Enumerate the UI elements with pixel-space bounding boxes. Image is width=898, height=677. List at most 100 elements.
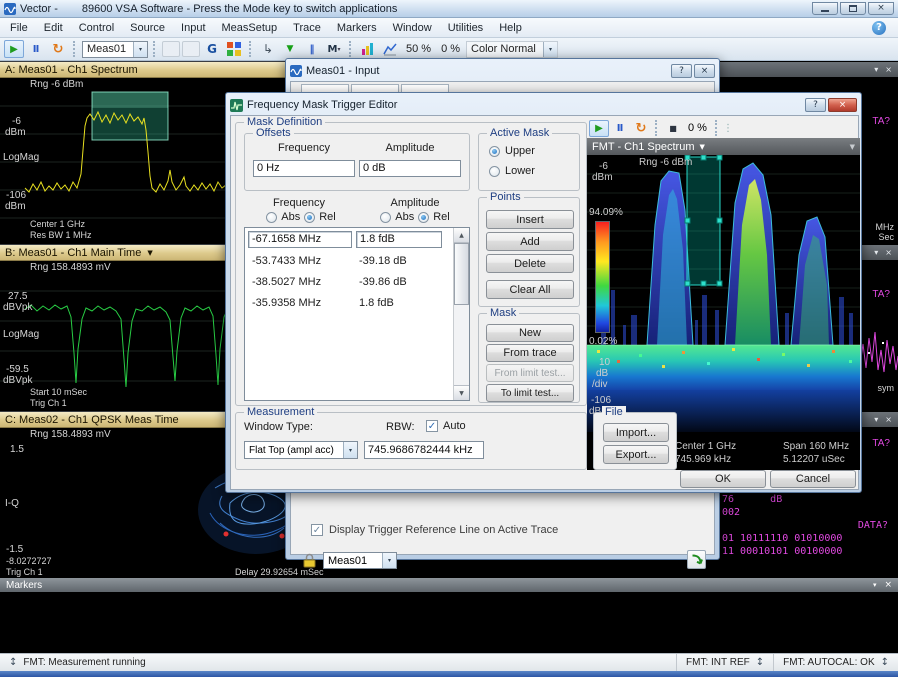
delete-button[interactable]: Delete <box>486 254 574 273</box>
amplitude-rel-radio[interactable] <box>418 212 429 223</box>
marker-menu-button[interactable]: M ▾ <box>324 40 344 58</box>
fmt-restart-button[interactable]: ↻ <box>631 120 651 137</box>
to-limit-test-button[interactable]: To limit test... <box>486 384 574 402</box>
table-row-freq[interactable]: -35.9358 MHz <box>252 297 321 309</box>
fmt-pause-button[interactable]: Ⅱ <box>610 120 630 137</box>
minimize-button[interactable] <box>812 2 838 15</box>
rbw-auto-checkbox[interactable]: ✓ <box>426 420 438 432</box>
window-type-select[interactable]: Flat Top (ampl acc) ▾ <box>244 441 358 459</box>
menu-source[interactable]: Source <box>122 20 173 36</box>
close-icon[interactable]: × <box>884 580 892 590</box>
rbw-value-input[interactable]: 745.9686782444 kHz <box>364 441 484 459</box>
close-icon[interactable]: × <box>885 415 892 424</box>
menu-edit[interactable]: Edit <box>36 20 71 36</box>
updown-icon[interactable]: ↕ <box>9 657 17 668</box>
amplitude-offset-input[interactable]: 0 dB <box>359 160 461 177</box>
help-icon[interactable]: ? <box>872 21 886 35</box>
restart-button[interactable]: ↻ <box>48 40 68 58</box>
points-label: Points <box>487 191 524 204</box>
scroll-up-icon[interactable]: ▲ <box>454 228 469 243</box>
close-button[interactable]: × <box>868 2 894 15</box>
updown-icon[interactable]: ↕ <box>881 657 889 668</box>
cancel-button[interactable]: Cancel <box>770 470 856 488</box>
table-row-freq[interactable]: -53.7433 MHz <box>252 255 321 267</box>
input-meas-select[interactable]: Meas01 ▾ <box>323 552 397 569</box>
fmt-percent-label[interactable]: 0 % <box>688 122 707 134</box>
fmt-play-button[interactable]: ▶ <box>589 120 609 137</box>
chevron-down-icon[interactable]: ▾ <box>874 248 878 257</box>
frequency-abs-radio[interactable] <box>266 212 277 223</box>
ok-button[interactable]: OK <box>680 470 766 488</box>
chevron-down-icon[interactable]: ▾ <box>873 581 877 589</box>
measurement-select[interactable]: Meas01 ▾ <box>82 41 148 58</box>
menu-input[interactable]: Input <box>173 20 213 36</box>
pause-button[interactable]: Ⅱ <box>26 40 46 58</box>
color-mode-select[interactable]: Color Normal ▾ <box>466 41 558 58</box>
fmt-dialog-title-bar[interactable]: Frequency Mask Trigger Editor ? × <box>230 96 857 114</box>
from-trace-button[interactable]: From trace <box>486 344 574 362</box>
upper-radio[interactable] <box>489 146 500 157</box>
lower-radio[interactable] <box>489 166 500 177</box>
maximize-button[interactable] <box>840 2 866 15</box>
menu-help[interactable]: Help <box>491 20 530 36</box>
input-window-title-bar[interactable]: Meas01 - Input ? × <box>290 62 715 80</box>
scroll-down-icon[interactable]: ▼ <box>454 385 469 400</box>
hook-arrow-button[interactable]: ↳ <box>258 40 278 58</box>
layout2-icon[interactable] <box>182 41 200 57</box>
clear-all-button[interactable]: Clear All <box>486 280 574 299</box>
reference-line-checkbox[interactable]: ✓ <box>311 524 323 536</box>
fmt-close-button[interactable]: × <box>828 98 857 112</box>
trace-select-icon[interactable]: ▼ <box>147 249 152 257</box>
chevron-down-icon[interactable]: ▾ <box>874 65 878 74</box>
close-icon[interactable]: × <box>885 248 892 257</box>
line-chart-button[interactable] <box>380 40 400 58</box>
import-button[interactable]: Import... <box>603 423 669 442</box>
table-row-ampl[interactable]: -39.86 dB <box>359 276 407 288</box>
menu-markers[interactable]: Markers <box>329 20 385 36</box>
table-row-freq-edit[interactable]: -67.1658 MHz <box>248 231 352 248</box>
chevron-down-icon[interactable]: ▼ <box>850 143 855 151</box>
bar-chart-button[interactable] <box>358 40 378 58</box>
table-row-ampl[interactable]: -39.18 dB <box>359 255 407 267</box>
markers-title-bar[interactable]: Markers ▾ × <box>0 578 898 592</box>
scrollbar-thumb[interactable] <box>454 243 469 305</box>
chevron-down-icon[interactable]: ▾ <box>874 415 878 424</box>
menu-control[interactable]: Control <box>71 20 122 36</box>
fmt-stop-button[interactable]: ■ <box>663 120 683 137</box>
overflow-dots-icon[interactable]: ⋮ <box>723 123 733 134</box>
offset-percent-label[interactable]: 0 % <box>441 43 460 55</box>
play-button[interactable]: ▶ <box>4 40 24 58</box>
add-button[interactable]: Add <box>486 232 574 251</box>
input-close-button[interactable]: × <box>694 64 715 78</box>
menu-utilities[interactable]: Utilities <box>440 20 491 36</box>
amplitude-abs-radio[interactable] <box>380 212 391 223</box>
fmt-help-button[interactable]: ? <box>805 98 826 112</box>
menu-trace[interactable]: Trace <box>285 20 329 36</box>
overlap-percent-label[interactable]: 50 % <box>406 43 431 55</box>
apply-arrow-button[interactable] <box>687 550 706 569</box>
menu-file[interactable]: File <box>2 20 36 36</box>
frequency-rel-radio[interactable] <box>304 212 315 223</box>
hold-button[interactable]: ‖ <box>302 40 322 58</box>
trigger-button[interactable]: ▼ <box>280 40 300 58</box>
fmt-preview-title-bar[interactable]: FMT - Ch1 Spectrum ▼ ▼ <box>587 138 860 155</box>
export-button[interactable]: Export... <box>603 445 669 464</box>
grid-button[interactable]: G <box>202 40 222 58</box>
new-mask-button[interactable]: New <box>486 324 574 342</box>
menu-meassetup[interactable]: MeasSetup <box>214 20 286 36</box>
close-icon[interactable]: × <box>885 65 892 74</box>
points-list-scrollbar[interactable]: ▲ ▼ <box>453 228 469 400</box>
updown-icon[interactable]: ↕ <box>756 657 764 668</box>
input-help-button[interactable]: ? <box>671 64 692 78</box>
trace-select-icon[interactable]: ▼ <box>700 143 705 151</box>
insert-button[interactable]: Insert <box>486 210 574 229</box>
tile-windows-button[interactable] <box>224 40 244 58</box>
table-row-ampl[interactable]: 1.8 fdB <box>359 297 394 309</box>
table-row-ampl-edit[interactable]: 1.8 fdB <box>356 231 442 248</box>
frequency-abs-label: Abs <box>281 211 300 223</box>
frequency-offset-input[interactable]: 0 Hz <box>253 160 355 177</box>
menu-window[interactable]: Window <box>385 20 440 36</box>
layout-icon[interactable] <box>162 41 180 57</box>
table-row-freq[interactable]: -38.5027 MHz <box>252 276 321 288</box>
points-list[interactable]: -67.1658 MHz 1.8 fdB -53.7433 MHz -39.18… <box>244 227 470 401</box>
